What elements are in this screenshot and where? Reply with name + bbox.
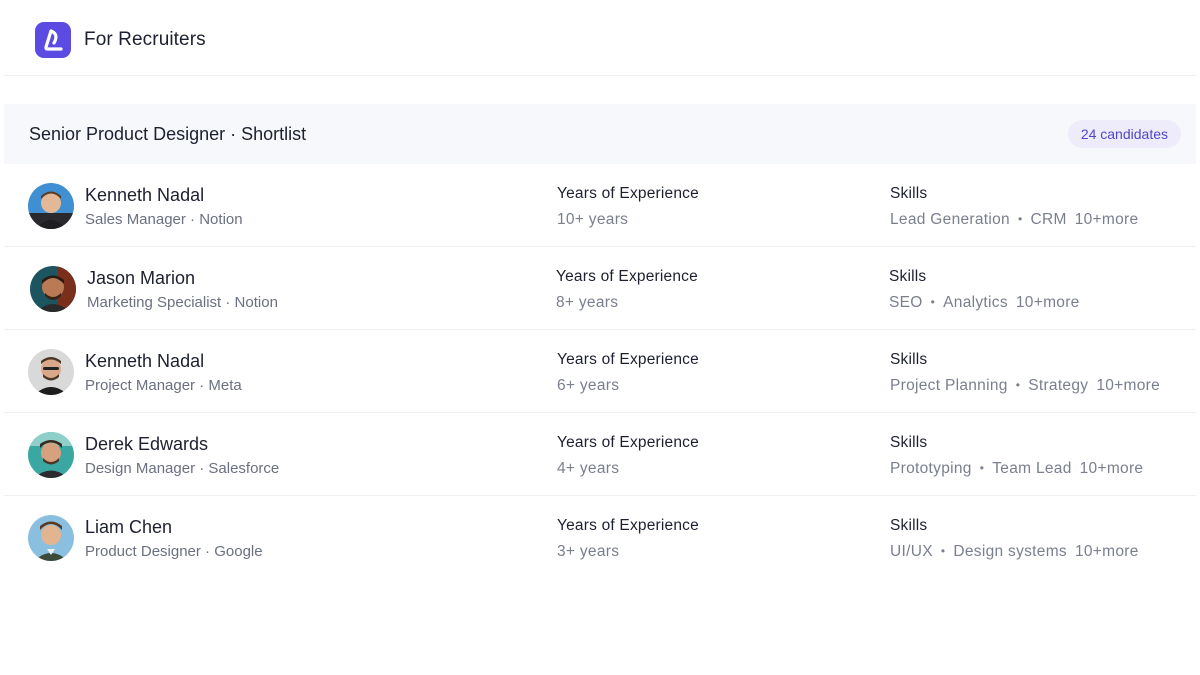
skill-tag: Design systems: [953, 543, 1067, 560]
skill-tag: SEO: [889, 294, 923, 311]
experience-label: Years of Experience: [557, 351, 699, 368]
experience-value: 10+ years: [557, 211, 629, 228]
separator-dot: •: [1017, 212, 1023, 226]
skills-list: Lead Generation • CRM 10+more: [890, 211, 1138, 229]
skill-tag: Project Planning: [890, 377, 1008, 394]
skill-tag: CRM: [1030, 211, 1067, 228]
more-skills-link[interactable]: 10+more: [1075, 211, 1139, 228]
skill-tag: Analytics: [943, 294, 1008, 311]
skills-list: SEO • Analytics 10+more: [889, 294, 1080, 312]
candidate-name[interactable]: Liam Chen: [85, 517, 172, 538]
more-skills-link[interactable]: 10+more: [1075, 543, 1139, 560]
skills-label: Skills: [890, 434, 928, 451]
avatar: [28, 515, 74, 561]
skills-label: Skills: [890, 517, 928, 534]
candidate-name[interactable]: Derek Edwards: [85, 434, 208, 455]
candidate-role: Marketing Specialist · Notion: [87, 294, 278, 311]
skills-list: Prototyping • Team Lead 10+more: [890, 460, 1143, 478]
candidate-row[interactable]: Kenneth Nadal Sales Manager · Notion Yea…: [4, 164, 1196, 247]
logo-icon[interactable]: [35, 22, 71, 58]
candidate-list: Kenneth Nadal Sales Manager · Notion Yea…: [4, 164, 1196, 579]
experience-label: Years of Experience: [556, 268, 698, 285]
avatar: [30, 266, 76, 312]
experience-value: 6+ years: [557, 377, 620, 394]
more-skills-link[interactable]: 10+more: [1080, 460, 1144, 477]
skills-label: Skills: [890, 351, 928, 368]
avatar: [28, 183, 74, 229]
skill-tag: Strategy: [1028, 377, 1089, 394]
skills-list: UI/UX • Design systems 10+more: [890, 543, 1139, 561]
shortlist-header: Senior Product Designer · Shortlist 24 c…: [4, 104, 1196, 164]
avatar: [28, 432, 74, 478]
separator-dot: •: [940, 544, 946, 558]
shortlist-title: Senior Product Designer · Shortlist: [29, 124, 307, 144]
more-skills-link[interactable]: 10+more: [1096, 377, 1160, 394]
candidate-role: Project Manager · Meta: [85, 377, 242, 394]
candidate-row[interactable]: Derek Edwards Design Manager · Salesforc…: [4, 413, 1196, 496]
separator-dot: •: [930, 295, 936, 309]
skill-tag: Team Lead: [992, 460, 1072, 477]
experience-label: Years of Experience: [557, 517, 699, 534]
candidate-count-badge: 24 candidates: [1067, 120, 1181, 148]
candidate-row[interactable]: Jason Marion Marketing Specialist · Noti…: [4, 247, 1196, 330]
top-bar: For Recruiters: [4, 0, 1196, 76]
skills-list: Project Planning • Strategy 10+more: [890, 377, 1160, 395]
candidate-row[interactable]: Liam Chen Product Designer · Google Year…: [4, 496, 1196, 579]
candidate-name[interactable]: Jason Marion: [87, 268, 195, 289]
candidate-role: Sales Manager · Notion: [85, 211, 243, 228]
experience-value: 8+ years: [556, 294, 619, 311]
experience-label: Years of Experience: [557, 434, 699, 451]
experience-label: Years of Experience: [557, 185, 699, 202]
skills-label: Skills: [889, 268, 927, 285]
separator-dot: •: [979, 461, 985, 475]
separator-dot: •: [1015, 378, 1021, 392]
skills-label: Skills: [890, 185, 928, 202]
avatar: [28, 349, 74, 395]
candidate-role: Design Manager · Salesforce: [85, 460, 280, 477]
candidate-name[interactable]: Kenneth Nadal: [85, 185, 204, 206]
skill-tag: Lead Generation: [890, 211, 1010, 228]
candidate-name[interactable]: Kenneth Nadal: [85, 351, 204, 372]
more-skills-link[interactable]: 10+more: [1016, 294, 1080, 311]
brand-title: For Recruiters: [84, 29, 206, 50]
skill-tag: UI/UX: [890, 543, 933, 560]
experience-value: 3+ years: [557, 543, 620, 560]
experience-value: 4+ years: [557, 460, 620, 477]
skill-tag: Prototyping: [890, 460, 972, 477]
candidate-row[interactable]: Kenneth Nadal Project Manager · Meta Yea…: [4, 330, 1196, 413]
candidate-role: Product Designer · Google: [85, 543, 263, 560]
